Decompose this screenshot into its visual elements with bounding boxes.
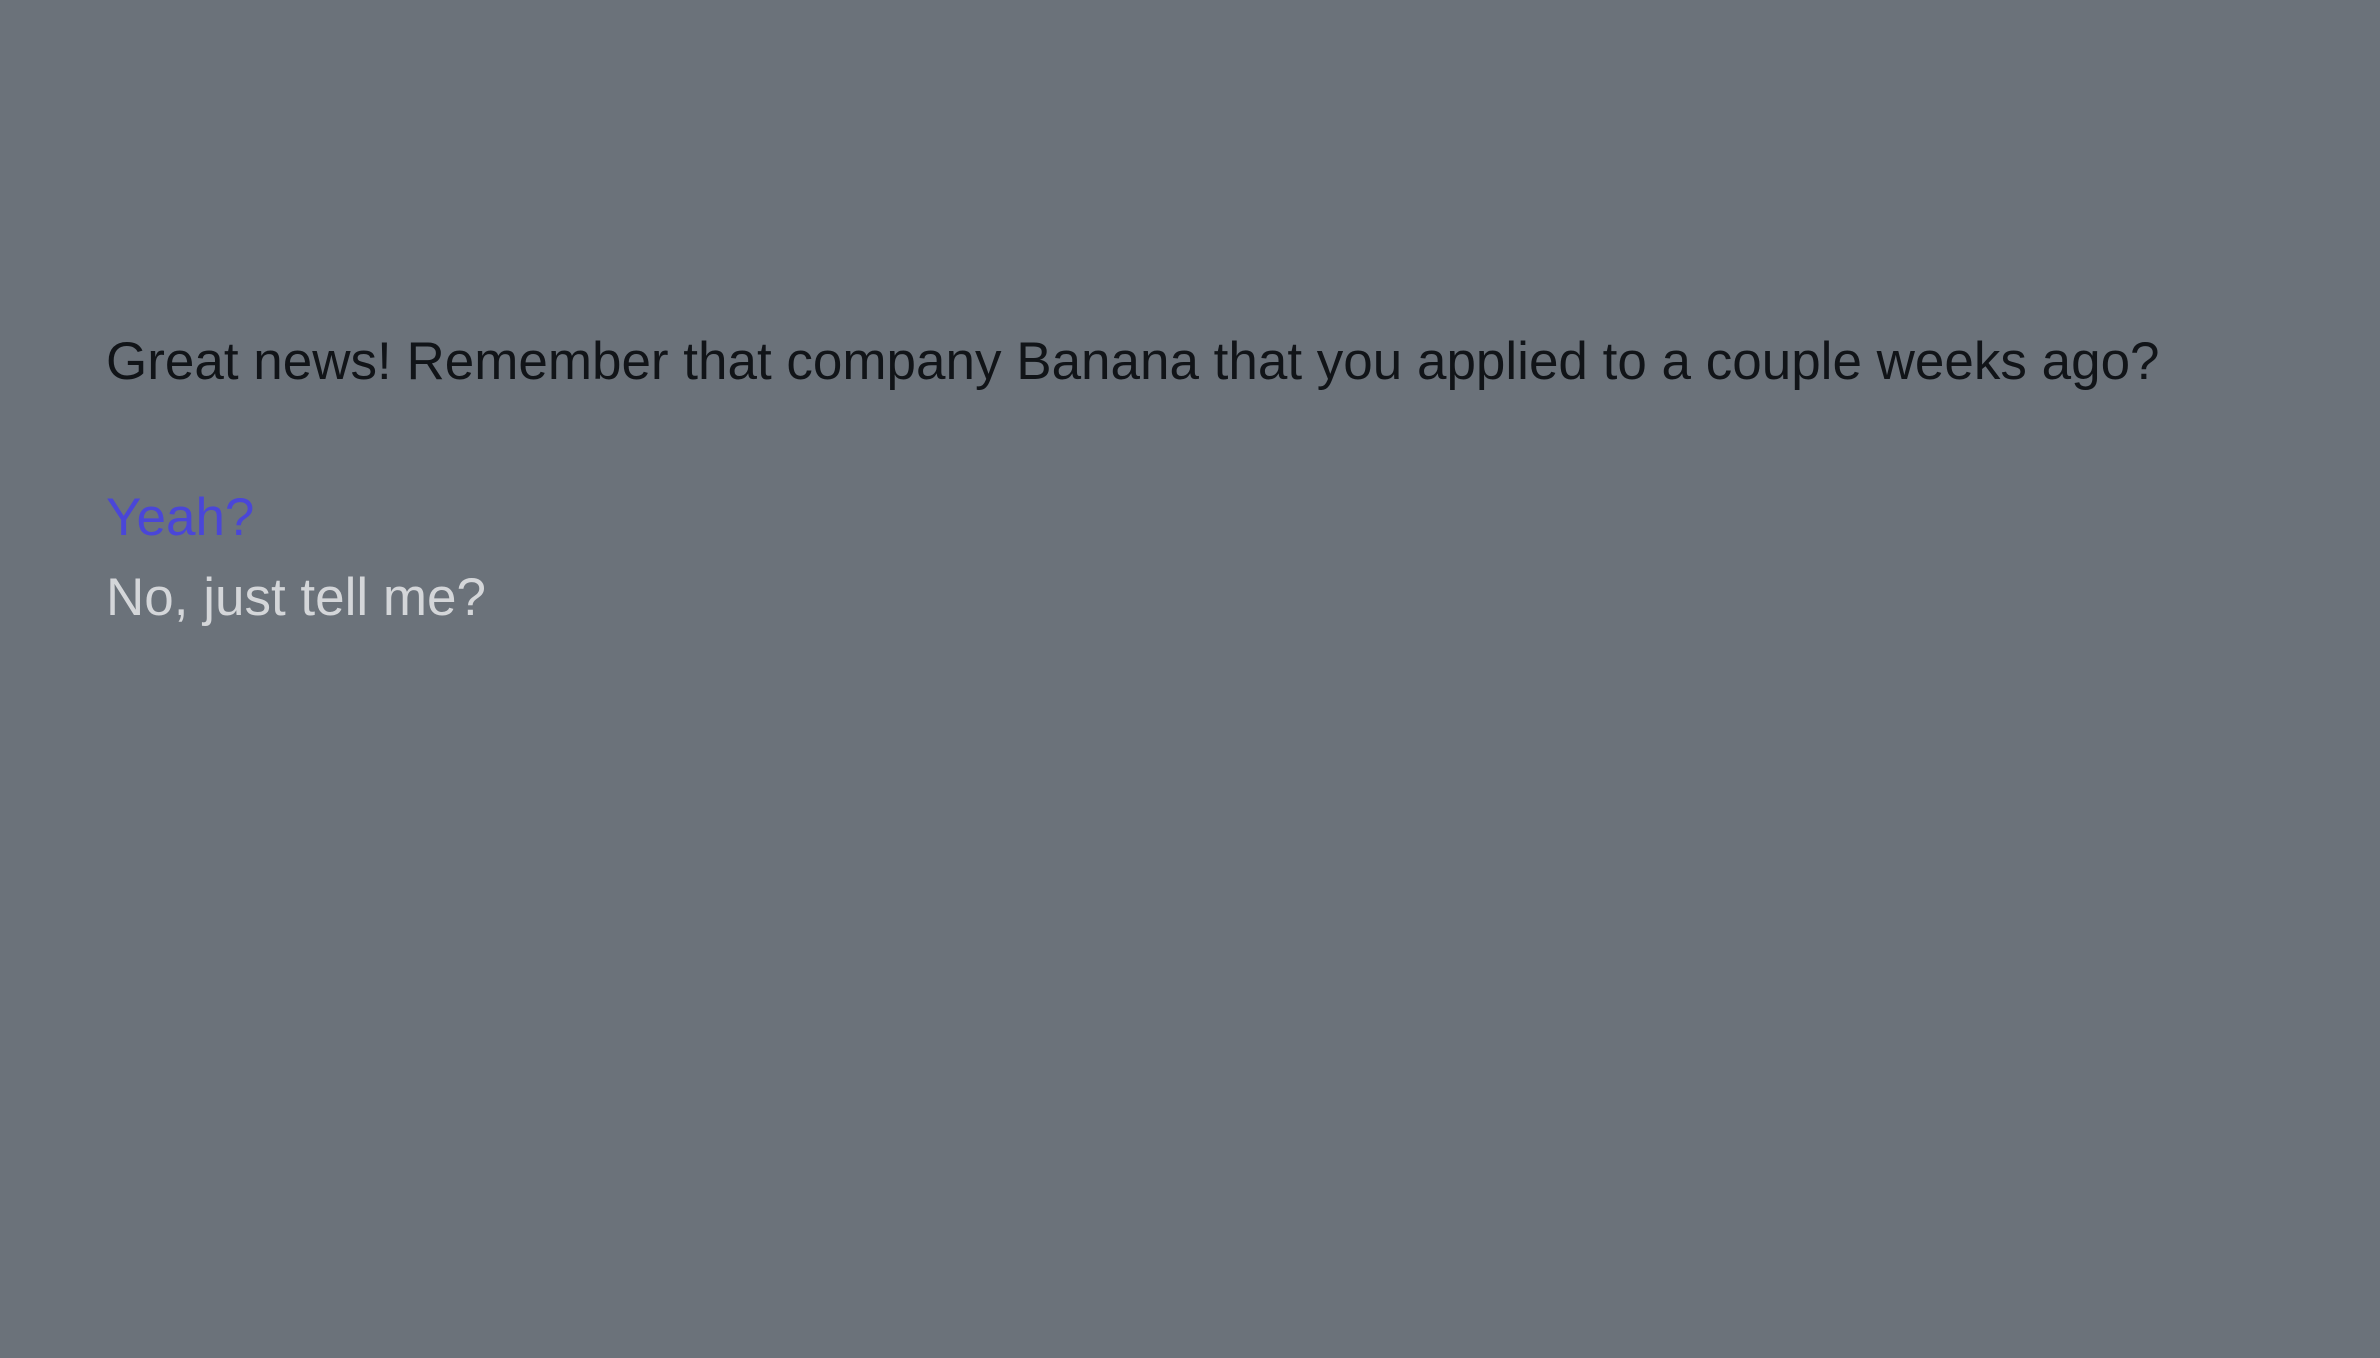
choice-list: Yeah? No, just tell me?	[106, 478, 2306, 638]
choice-just-tell-me[interactable]: No, just tell me?	[106, 558, 2306, 638]
dialogue-text: Great news! Remember that company Banana…	[106, 332, 2160, 391]
choice-yeah[interactable]: Yeah?	[106, 478, 2306, 558]
dialogue-panel: Great news! Remember that company Banana…	[106, 322, 2306, 638]
